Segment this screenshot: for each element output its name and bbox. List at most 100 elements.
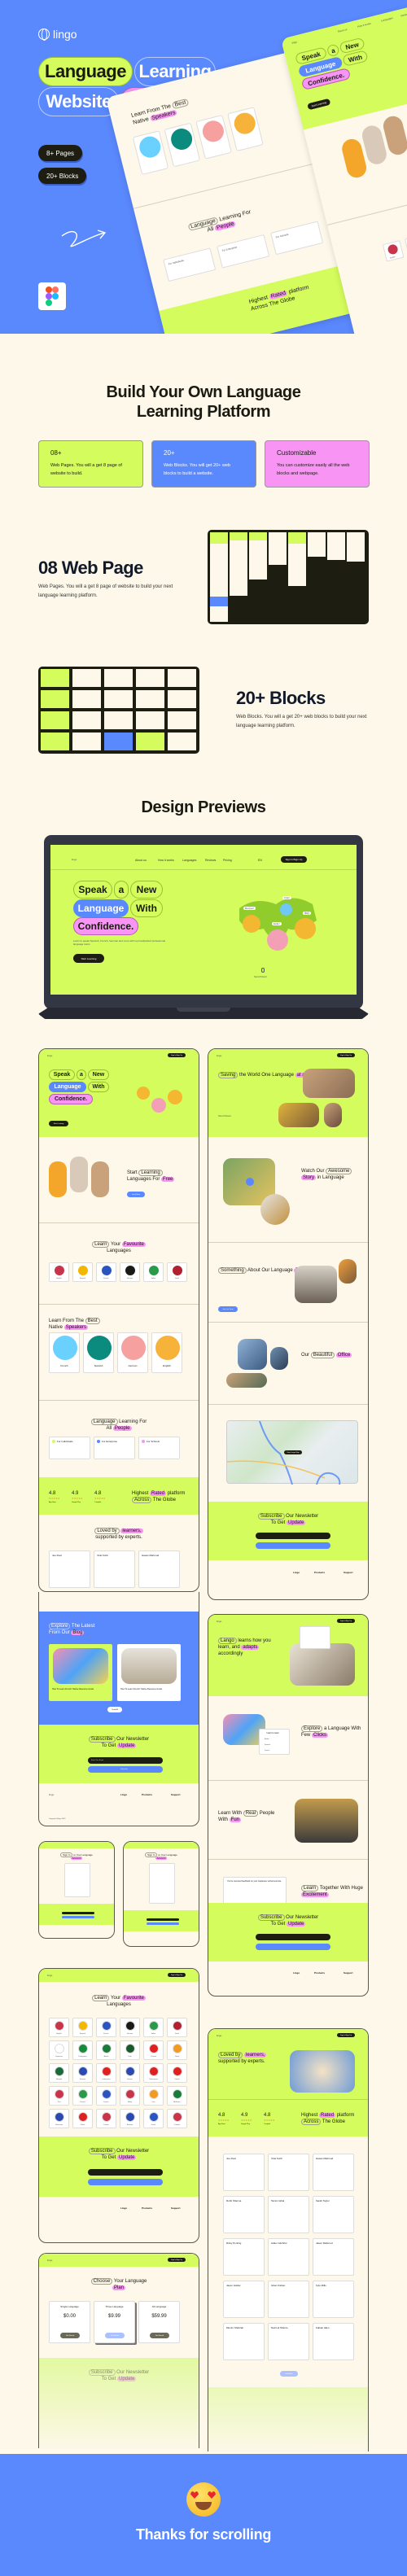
audience-card: For Individuals [163,247,217,282]
language-card[interactable]: French [96,2018,116,2037]
language-card[interactable]: Romanian [49,2109,69,2128]
speaker-card[interactable]: Spanish [83,1332,114,1373]
flag-icon [78,2112,88,2122]
language-card[interactable]: French [96,2086,116,2106]
review-card: Adam Gilchrist [268,2238,309,2276]
flag-icon [78,1266,88,1275]
review-card: Joe Root [223,2154,265,2191]
language-card[interactable]: Irish [143,2086,164,2106]
avatar [243,915,260,933]
language-card[interactable]: Spanish [72,1262,93,1282]
avatar [295,918,316,939]
language-card[interactable]: Polish [72,2109,93,2128]
language-card[interactable]: Malay [120,2086,140,2106]
audience-card: For Enterprise [94,1437,135,1459]
flag-icon [149,2066,159,2076]
language-card[interactable]: Danish [96,2109,116,2128]
signup-form[interactable] [149,1863,175,1904]
language-card[interactable]: Chinese [143,2040,164,2060]
language-card[interactable]: Urdu [120,2040,140,2060]
star-rating: ★★★★★ [264,2119,275,2122]
language-card[interactable]: Korean [120,2063,140,2083]
blog-card[interactable]: How To Learn French: Native Resource Gui… [49,1644,112,1701]
language-card[interactable]: Turkish [167,2063,187,2083]
language-dropdown[interactable] [300,1626,330,1649]
language-card[interactable]: Bengali [49,2063,69,2083]
flag-icon [173,1266,182,1275]
speaker-card[interactable]: German [117,1332,148,1373]
signin-button[interactable]: Sign In/Sign Up [281,856,307,863]
audience-card: For Individuals [49,1437,90,1459]
mouse-icon [261,968,265,973]
email-input[interactable]: Enter Your Email [88,1757,163,1764]
office-map[interactable]: View Larger Map [226,1420,358,1485]
flag-icon [78,2021,88,2031]
language-card[interactable]: Indonesian [96,2063,116,2083]
rating-score: 4.8 [264,2113,271,2118]
language-card[interactable]: Thai [49,2086,69,2106]
language-card[interactable]: Portuguese [72,2040,93,2060]
language-card[interactable]: Dutch [167,1262,187,1282]
blog-card[interactable]: How To Learn French: Native Resource Gui… [117,1644,181,1701]
preview-home-page-bottom: Explore The Latest From Our Blog How To … [38,1592,199,1826]
star-rating: ★★★★★ [94,1497,106,1500]
get-started-button[interactable]: Get Started [150,2333,169,2338]
language-card[interactable]: Italian [143,1262,164,1282]
language-card[interactable]: French [96,1262,116,1282]
block-thumbnail [104,669,133,687]
block-thumbnail [72,733,101,750]
flag-icon [78,2066,88,2076]
flag-icon [149,2044,159,2053]
language-card[interactable]: Japanese [49,2040,69,2060]
flag-icon [78,2044,88,2053]
signin-form[interactable] [64,1863,90,1897]
language-card[interactable]: German [120,1262,140,1282]
get-started-button[interactable]: Get Started [60,2333,80,2338]
language-card[interactable]: Croatian [167,2109,187,2128]
heart-eyes-emoji [186,2482,221,2517]
subscribe-button[interactable]: Subscribe [88,1766,163,1773]
speaker-avatar [53,1336,77,1360]
preview-pricing-page: lingo Sign In/Sign Up Choose Your Langua… [38,2253,199,2448]
language-card[interactable]: Spanish [72,2018,93,2037]
block-thumbnail [168,669,196,687]
speaker-card[interactable]: English [151,1332,182,1373]
plan-price: $59.99 [151,2314,167,2319]
flag-icon [102,2089,112,2099]
block-thumbnail [136,711,164,729]
language-card[interactable]: Persian [72,2086,93,2106]
play-icon[interactable] [246,1178,254,1186]
review-card: Jason Mahmud [313,2238,354,2276]
language-card[interactable]: German [120,2018,140,2037]
store-label: Google Play [241,2123,250,2125]
flag-icon [173,2044,182,2053]
rating-score: 4.8 [218,2113,225,2118]
avatar [280,903,292,916]
speaker-card[interactable]: French [49,1332,80,1373]
language-card[interactable]: Russian [72,2063,93,2083]
flag-icon [55,2044,64,2053]
speaker-avatar [121,1336,146,1360]
speaker-card [132,130,169,176]
flag-icon [125,2089,135,2099]
language-card[interactable]: Italian [143,2018,164,2037]
flag-icon [102,2112,112,2122]
language-card[interactable]: English [49,2018,69,2037]
figma-icon [38,282,66,310]
title-word-language: Language [38,57,133,86]
language-picker-card[interactable]: I want to learn Arabic Spanish French [259,1729,290,1755]
avatar [267,929,288,951]
pricing-card: All Language $59.99 Get Started [138,2301,180,2343]
feature-card-blocks: 20+ Web Blocks. You will get 20+ web blo… [151,440,256,488]
get-started-button[interactable]: Get Started [105,2333,125,2338]
language-card[interactable]: English [49,1262,69,1282]
language-card[interactable]: Vietnamese [143,2063,164,2083]
language-card[interactable]: Afrikaans [167,2086,187,2106]
language-card[interactable]: Dutch [167,2018,187,2037]
start-learning-button[interactable]: Start Learning [73,954,104,963]
language-card[interactable]: Arabic [96,2040,116,2060]
pages-desc: Web Pages. You will a get 8 page of webs… [38,584,173,598]
language-card[interactable]: Hindi [167,2040,187,2060]
language-card[interactable]: Greek [143,2109,164,2128]
language-card[interactable]: Bosnian [120,2109,140,2128]
